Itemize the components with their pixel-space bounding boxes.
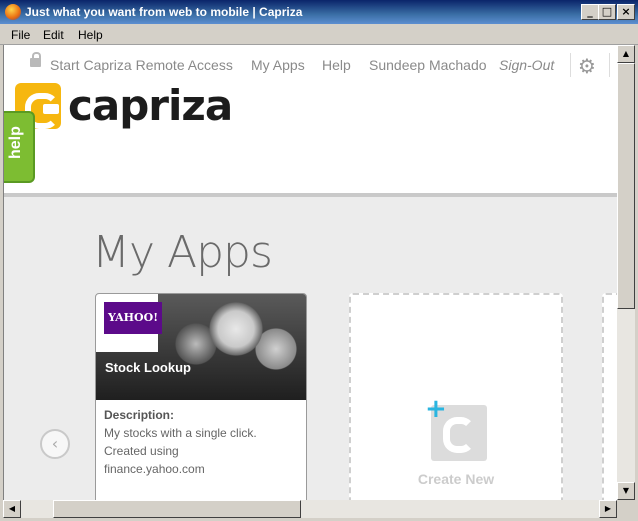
app-card-description: Description: My stocks with a single cli… [104, 406, 304, 478]
top-nav: Start Capriza Remote Access My Apps Help… [4, 57, 618, 77]
scroll-up-icon[interactable]: ▲ [617, 45, 635, 63]
browser-viewport: Start Capriza Remote Access My Apps Help… [3, 45, 618, 500]
menu-file[interactable]: File [11, 28, 30, 42]
description-line: Created using [104, 444, 179, 458]
menu-help[interactable]: Help [78, 28, 103, 42]
scrollbar-corner [617, 500, 635, 518]
firefox-icon [5, 4, 21, 20]
app-card-stock-lookup[interactable]: YAHOO! Stock Lookup Description: My stoc… [95, 293, 307, 500]
chevron-left-icon[interactable]: ‹ [40, 429, 70, 459]
menu-edit[interactable]: Edit [43, 28, 64, 42]
menu-bar: File Edit Help [0, 24, 638, 45]
create-new-label: Create New [417, 471, 495, 487]
nav-separator [609, 53, 610, 77]
next-app-card[interactable] [602, 293, 618, 500]
sign-out-link[interactable]: Sign-Out [499, 57, 554, 73]
gear-icon[interactable]: ⚙ [578, 54, 596, 78]
horizontal-scrollbar[interactable]: ◀ ▶ [3, 500, 617, 518]
nav-separator [570, 53, 571, 77]
help-tab-label: help [7, 126, 24, 159]
remote-access-link[interactable]: Start Capriza Remote Access [50, 57, 233, 73]
description-line: My stocks with a single click. [104, 426, 257, 440]
close-button[interactable]: × [617, 4, 635, 20]
maximize-button[interactable]: □ [598, 4, 616, 20]
help-tab[interactable]: help [4, 111, 35, 183]
page-title: My Apps [92, 227, 273, 278]
create-new-card[interactable]: + Create New [349, 293, 563, 500]
nav-help[interactable]: Help [322, 57, 351, 73]
scroll-left-icon[interactable]: ◀ [3, 500, 21, 518]
window-titlebar: Just what you want from web to mobile | … [0, 0, 638, 24]
yahoo-logo: YAHOO! [104, 302, 162, 334]
scroll-down-icon[interactable]: ▼ [617, 482, 635, 500]
minimize-button[interactable]: _ [581, 4, 599, 20]
vertical-scrollbar[interactable]: ▲ ▼ [617, 45, 635, 500]
window-title: Just what you want from web to mobile | … [25, 5, 303, 19]
user-name[interactable]: Sundeep Machado [369, 57, 487, 73]
description-line: finance.yahoo.com [104, 462, 205, 476]
plus-icon: + [425, 394, 447, 424]
vertical-scroll-thumb[interactable] [617, 63, 635, 309]
capriza-logo-text[interactable]: capriza [68, 81, 233, 130]
app-card-title: Stock Lookup [105, 360, 191, 375]
scroll-right-icon[interactable]: ▶ [599, 500, 617, 518]
nav-my-apps[interactable]: My Apps [251, 57, 305, 73]
horizontal-scroll-thumb[interactable] [53, 500, 301, 518]
description-label: Description: [104, 408, 175, 422]
apps-content: My Apps ‹ YAHOO! Stock Lookup Descriptio… [4, 197, 618, 500]
app-thumb: YAHOO! [96, 294, 162, 352]
